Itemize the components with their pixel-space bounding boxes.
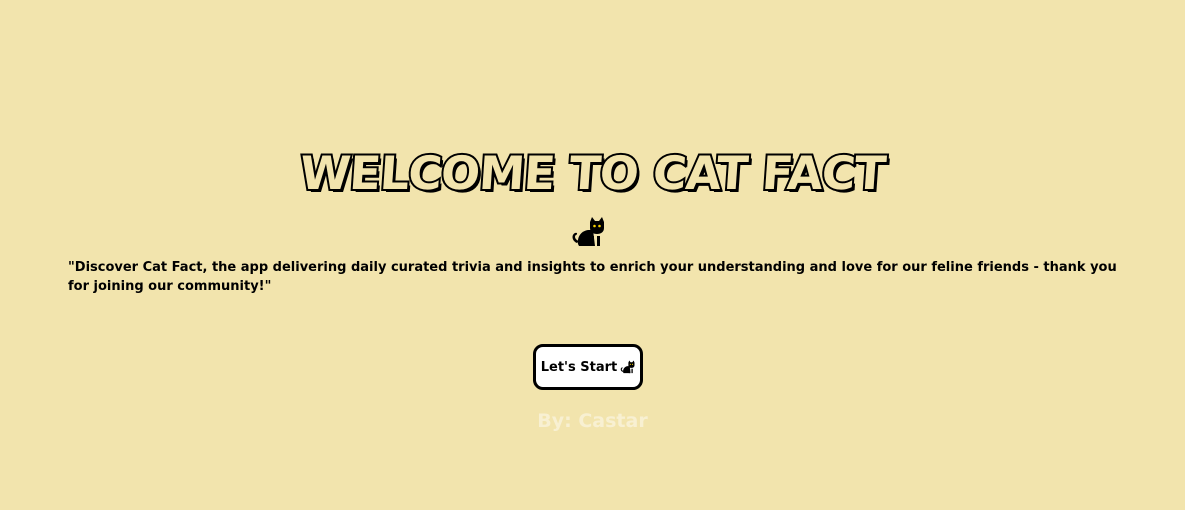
intro-tagline: "Discover Cat Fact, the app delivering d… <box>68 260 1117 294</box>
black-cat-icon <box>620 360 635 374</box>
landing-page: WELCOME TO CAT FACT "Discover Cat Fact, … <box>0 0 1185 510</box>
start-button-label: Let's Start <box>540 359 618 375</box>
lets-start-button[interactable]: Let's Start <box>533 344 643 390</box>
black-cat-icon <box>571 216 605 248</box>
author-byline: By: Castar <box>537 410 648 432</box>
page-title: WELCOME TO CAT FACT <box>296 144 889 202</box>
